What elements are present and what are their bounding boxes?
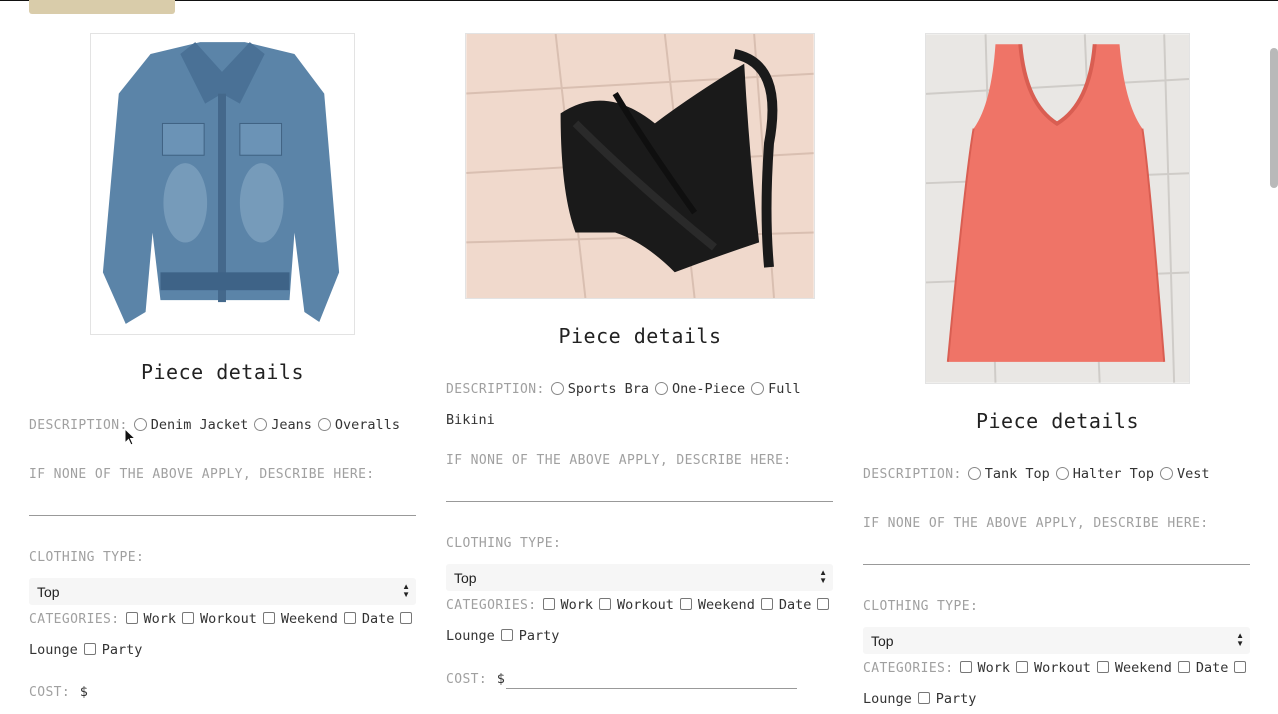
- category-label: Date: [361, 611, 395, 627]
- clothing-type-value: Top: [37, 584, 60, 600]
- description-row: DESCRIPTION: Tank Top Halter Top Vest: [863, 458, 1210, 489]
- cost-currency: $: [496, 671, 505, 687]
- checkbox-weekend[interactable]: [679, 598, 692, 610]
- categories-row: CATEGORIES: Work Workout Weekend Date Lounge P…: [446, 589, 836, 651]
- piece-details-title: Piece details: [975, 409, 1140, 433]
- radio-one-piece[interactable]: [655, 382, 669, 395]
- piece-details-title: Piece details: [140, 360, 305, 384]
- option-label: Overalls: [334, 417, 400, 433]
- clothing-type-value: Top: [871, 633, 894, 649]
- option-label: One-Piece: [672, 381, 746, 397]
- category-label: Work: [143, 611, 177, 627]
- up-down-arrows-icon: ▲ ▼: [402, 582, 410, 599]
- checkbox-workout[interactable]: [182, 612, 195, 624]
- radio-halter-top[interactable]: [1055, 467, 1069, 480]
- clothing-type-value: Top: [454, 570, 477, 586]
- categories-row: CATEGORIES: Work Workout Weekend Date Lounge P…: [29, 603, 419, 665]
- categories-label: CATEGORIES:: [446, 598, 537, 613]
- category-label: Work: [560, 597, 594, 613]
- radio-full-bikini[interactable]: [751, 382, 765, 395]
- checkbox-party[interactable]: [917, 692, 930, 704]
- category-label: Lounge: [863, 691, 912, 707]
- checkbox-workout[interactable]: [1016, 661, 1029, 673]
- description-label: DESCRIPTION:: [863, 467, 962, 482]
- option-label: Vest: [1177, 466, 1210, 482]
- cost-row: COST: $: [446, 663, 505, 694]
- checkbox-work[interactable]: [959, 661, 972, 673]
- denim-jacket-photo: [90, 33, 355, 335]
- clothing-type-label: CLOTHING TYPE:: [446, 536, 562, 551]
- checkbox-weekend[interactable]: [262, 612, 275, 624]
- categories-label: CATEGORIES:: [29, 612, 120, 627]
- category-label: Workout: [1034, 660, 1091, 676]
- category-label: Workout: [200, 611, 257, 627]
- category-label: Weekend: [1114, 660, 1172, 676]
- checkbox-party[interactable]: [83, 643, 96, 655]
- description-row: DESCRIPTION: Sports Bra One-Piece Full Biki…: [446, 373, 841, 435]
- category-label: Weekend: [697, 597, 755, 613]
- radio-tank-top[interactable]: [967, 467, 981, 480]
- top-tab-button[interactable]: [29, 0, 175, 14]
- cost-label: COST:: [446, 672, 488, 687]
- category-label: Party: [101, 642, 143, 658]
- description-row: DESCRIPTION: Denim Jacket Jeans Overalls: [29, 409, 400, 440]
- clothing-type-label: CLOTHING TYPE:: [863, 599, 979, 614]
- describe-input[interactable]: [446, 501, 833, 502]
- radio-vest[interactable]: [1160, 467, 1174, 480]
- category-label: Date: [778, 597, 812, 613]
- up-down-arrows-icon: ▲ ▼: [1236, 631, 1244, 648]
- category-label: Lounge: [446, 628, 495, 644]
- clothing-type-label: CLOTHING TYPE:: [29, 550, 145, 565]
- checkbox-workout[interactable]: [599, 598, 612, 610]
- checkbox-lounge[interactable]: [400, 612, 413, 624]
- up-down-arrows-icon: ▲ ▼: [819, 568, 827, 585]
- checkbox-lounge[interactable]: [1234, 661, 1247, 673]
- description-label: DESCRIPTION:: [29, 418, 128, 433]
- top-border: [0, 0, 1278, 1]
- radio-jeans[interactable]: [254, 418, 268, 431]
- describe-label: IF NONE OF THE ABOVE APPLY, DESCRIBE HER…: [446, 453, 792, 468]
- category-label: Party: [518, 628, 560, 644]
- describe-input[interactable]: [863, 564, 1250, 565]
- description-label: DESCRIPTION:: [446, 382, 545, 397]
- cost-row: COST: $: [29, 676, 88, 707]
- category-label: Workout: [617, 597, 674, 613]
- describe-input[interactable]: [29, 515, 416, 516]
- categories-label: CATEGORIES:: [863, 661, 954, 676]
- categories-row: CATEGORIES: Work Workout Weekend Date Lounge P…: [863, 652, 1258, 714]
- cost-currency: $: [79, 684, 88, 700]
- describe-label: IF NONE OF THE ABOVE APPLY, DESCRIBE HER…: [29, 467, 375, 482]
- clothing-type-select[interactable]: Top ▲ ▼: [29, 578, 416, 605]
- mouse-pointer-icon: [124, 428, 136, 446]
- describe-label: IF NONE OF THE ABOVE APPLY, DESCRIBE HER…: [863, 516, 1209, 531]
- checkbox-lounge[interactable]: [817, 598, 830, 610]
- category-label: Weekend: [280, 611, 338, 627]
- option-label: Denim Jacket: [150, 417, 249, 433]
- category-label: Lounge: [29, 642, 78, 658]
- option-label: Halter Top: [1072, 466, 1155, 482]
- cost-input[interactable]: [506, 688, 797, 689]
- tank-top-photo: [925, 33, 1190, 384]
- checkbox-party[interactable]: [500, 629, 513, 641]
- category-label: Work: [977, 660, 1011, 676]
- clothing-type-select[interactable]: Top ▲ ▼: [863, 627, 1250, 654]
- category-label: Date: [1195, 660, 1229, 676]
- checkbox-date[interactable]: [343, 612, 356, 624]
- option-label: Tank Top: [984, 466, 1050, 482]
- checkbox-weekend[interactable]: [1096, 661, 1109, 673]
- option-label: Jeans: [271, 417, 312, 433]
- checkbox-date[interactable]: [1177, 661, 1190, 673]
- radio-overalls[interactable]: [317, 418, 331, 431]
- checkbox-work[interactable]: [542, 598, 555, 610]
- radio-sports-bra[interactable]: [550, 382, 564, 395]
- sports-bra-photo: [465, 33, 815, 299]
- scrollbar-thumb[interactable]: [1270, 48, 1278, 188]
- checkbox-work[interactable]: [125, 612, 138, 624]
- category-label: Party: [935, 691, 977, 707]
- option-label: Sports Bra: [567, 381, 650, 397]
- piece-details-title: Piece details: [558, 324, 722, 348]
- checkbox-date[interactable]: [760, 598, 773, 610]
- cost-label: COST:: [29, 685, 71, 700]
- clothing-type-select[interactable]: Top ▲ ▼: [446, 564, 833, 591]
